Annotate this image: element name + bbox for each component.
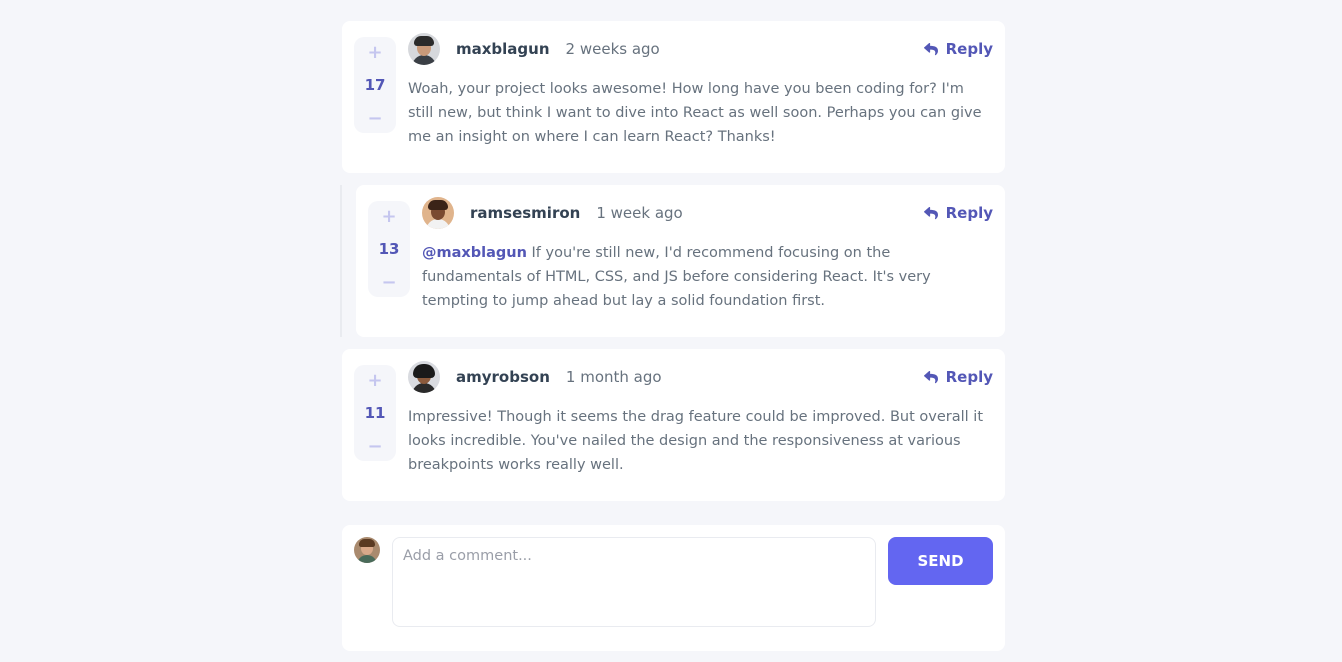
reply-icon (923, 206, 938, 219)
comment-header: maxblagun 2 weeks ago Reply (408, 33, 993, 65)
upvote-button[interactable]: + (354, 365, 396, 395)
reply-button[interactable]: Reply (923, 40, 993, 58)
score-value: 11 (364, 404, 386, 422)
score-value: 17 (364, 76, 386, 94)
mention-link[interactable]: @maxblagun (422, 245, 527, 261)
reply-thread-line (340, 185, 342, 337)
comment-card: + 11 − amyrobson 1 month ago Reply Impre… (342, 349, 1005, 501)
reply-label: Reply (945, 368, 993, 386)
add-comment-card: SEND (342, 525, 1005, 651)
comment-card: + 17 − maxblagun 2 weeks ago Reply Woah,… (342, 21, 1005, 173)
avatar-current-user-icon (354, 537, 380, 563)
avatar-ramsesmiron-icon (422, 197, 454, 229)
username[interactable]: ramsesmiron (470, 204, 580, 222)
comments-page: + 17 − maxblagun 2 weeks ago Reply Woah,… (0, 0, 1342, 662)
timestamp: 1 month ago (565, 368, 662, 386)
comment-text: @maxblagun If you're still new, I'd reco… (422, 241, 993, 313)
upvote-button[interactable]: + (368, 201, 410, 231)
username[interactable]: amyrobson (456, 368, 550, 386)
downvote-button[interactable]: − (354, 431, 396, 461)
send-button[interactable]: SEND (888, 537, 993, 585)
comment-header: amyrobson 1 month ago Reply (408, 361, 993, 393)
comment-header: ramsesmiron 1 week ago Reply (422, 197, 993, 229)
username[interactable]: maxblagun (456, 40, 550, 58)
reply-icon (923, 42, 938, 55)
comment-input[interactable] (392, 537, 876, 627)
avatar-amyrobson-icon (408, 361, 440, 393)
comment-text: Woah, your project looks awesome! How lo… (408, 81, 982, 145)
reply-card: + 13 − ramsesmiron 1 week ago Reply @max… (356, 185, 1005, 337)
reply-button[interactable]: Reply (923, 368, 993, 386)
downvote-button[interactable]: − (354, 103, 396, 133)
comment-text: Impressive! Though it seems the drag fea… (408, 409, 984, 473)
reply-label: Reply (945, 40, 993, 58)
timestamp: 2 weeks ago (565, 40, 660, 58)
vote-control: + 11 − (354, 365, 396, 461)
reply-icon (923, 370, 938, 383)
upvote-button[interactable]: + (354, 37, 396, 67)
downvote-button[interactable]: − (368, 267, 410, 297)
avatar-maxblagun-icon (408, 33, 440, 65)
reply-label: Reply (945, 204, 993, 222)
reply-button[interactable]: Reply (923, 204, 993, 222)
vote-control: + 17 − (354, 37, 396, 133)
timestamp: 1 week ago (596, 204, 683, 222)
vote-control: + 13 − (368, 201, 410, 297)
score-value: 13 (378, 240, 400, 258)
